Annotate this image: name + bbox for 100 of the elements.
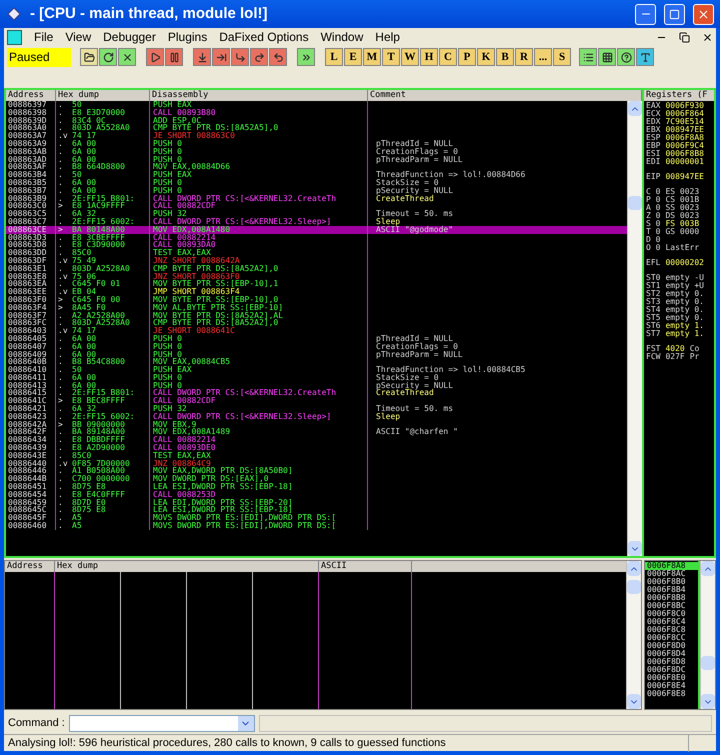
- shortcut-button[interactable]: E: [344, 48, 362, 66]
- code-row[interactable]: 00886409 . 6A 00 PUSH 0 pThreadParm = NULL: [6, 350, 627, 358]
- code-row[interactable]: 008863EA . C645 F0 01 MOV BYTE PTR SS:[EBP-10],1: [6, 280, 627, 288]
- scroll-thumb[interactable]: [628, 196, 642, 210]
- toolbar-button[interactable]: [80, 48, 98, 66]
- stack-address[interactable]: 0006F8C0: [645, 610, 698, 618]
- column-header[interactable]: Address: [5, 561, 55, 572]
- code-row[interactable]: 008863F0 > C645 F0 00 MOV BYTE PTR SS:[EBP-10],0: [6, 296, 627, 304]
- code-row[interactable]: 0088645F . A5 MOVS DWORD PTR ES:[EDI],DWORD PTR DS:[: [6, 514, 627, 522]
- scroll-down-button[interactable]: [628, 541, 642, 556]
- toolbar-button[interactable]: [193, 48, 211, 66]
- toolbar-button[interactable]: [250, 48, 268, 66]
- toolbar-button[interactable]: [636, 48, 654, 66]
- column-header[interactable]: Hex dump: [56, 90, 150, 101]
- code-row[interactable]: 008863FC . 803D A2528A0 CMP BYTE PTR DS:[8A52A2],0: [6, 319, 627, 328]
- scroll-thumb[interactable]: [701, 656, 715, 670]
- close-button[interactable]: [693, 4, 714, 24]
- code-row[interactable]: 008863B4 . 50 PUSH EAX ThreadFunction => lol!.00884D66: [6, 171, 627, 179]
- code-row[interactable]: 008863D3 . E8 3CBEFFFF CALL 00882214: [6, 234, 627, 242]
- code-row[interactable]: 008863C5 . 6A 32 PUSH 32 Timeout = 50. ms: [6, 210, 627, 218]
- code-row[interactable]: 008863E8 .v 75 06 JNZ SHORT 008863F0: [6, 272, 627, 280]
- stack-address[interactable]: 0006F8B8: [645, 594, 698, 602]
- scroll-down-button[interactable]: [701, 694, 715, 709]
- shortcut-button[interactable]: H: [420, 48, 438, 66]
- code-row[interactable]: 00886403 .v 74 17 JE SHORT 0088641C: [6, 327, 627, 335]
- code-row[interactable]: 008863B7 . 6A 00 PUSH 0 pSecurity = NULL: [6, 186, 627, 195]
- code-row[interactable]: 0088641C > E8 BEC8FFFF CALL 00882CDF: [6, 397, 627, 406]
- menu-item[interactable]: Help: [375, 28, 400, 46]
- menu-item[interactable]: Window: [320, 28, 364, 46]
- shortcut-button[interactable]: S: [553, 48, 571, 66]
- shortcut-button[interactable]: K: [477, 48, 495, 66]
- shortcut-button[interactable]: L: [325, 48, 343, 66]
- code-row[interactable]: 0088639D . 83C4 0C ADD ESP,0C: [6, 116, 627, 124]
- stack-address[interactable]: 0006F8CC: [645, 634, 698, 642]
- code-row[interactable]: 008863F7 . A2 A2528A00 MOV BYTE PTR DS:[8A52A2],AL: [6, 312, 627, 320]
- shortcut-button[interactable]: B: [496, 48, 514, 66]
- toolbar-button[interactable]: [269, 48, 287, 66]
- menu-item[interactable]: DaFixed Options: [219, 28, 309, 46]
- code-row[interactable]: 0088642A > BB 09000000 MOV EBX,9: [6, 420, 627, 428]
- code-row[interactable]: 00886415 . 2E:FF15 B801: CALL DWORD PTR CS:[<&KERNEL32.CreateTh CreateThread: [6, 389, 627, 398]
- code-row[interactable]: 0088643E . 85C0 TEST EAX,EAX: [6, 452, 627, 460]
- code-row[interactable]: 00886423 . 2E:FF15 6002: CALL DWORD PTR CS:[<&KERNEL32.Sleep>] Sleep: [6, 412, 627, 421]
- command-field[interactable]: [68, 714, 255, 732]
- stack-address[interactable]: 0006F8D0: [645, 642, 698, 650]
- shortcut-button[interactable]: C: [439, 48, 457, 66]
- code-row[interactable]: 008863CE > BA 80148A00 MOV EDX,008A1480 ASCII "@godmode": [6, 226, 627, 234]
- code-row[interactable]: 008863A9 . 6A 00 PUSH 0 pThreadId = NULL: [6, 140, 627, 148]
- code-row[interactable]: 008863AF . B8 664D8800 MOV EAX,00884D66: [6, 163, 627, 172]
- code-row[interactable]: 008863B9 . 2E:FF15 B801: CALL DWORD PTR CS:[<&KERNEL32.CreateTh CreateThread: [6, 194, 627, 202]
- code-row[interactable]: 008863A7 .v 74 17 JE SHORT 008863C0: [6, 132, 627, 140]
- toolbar-button[interactable]: [231, 48, 249, 66]
- scroll-thumb[interactable]: [627, 580, 641, 594]
- code-row[interactable]: 00886411 . 6A 00 PUSH 0 StackSize = 0: [6, 374, 627, 382]
- code-row[interactable]: 008863F4 > 8A45 F0 MOV AL,BYTE PTR SS:[EBP-10]: [6, 304, 627, 312]
- code-row[interactable]: 00886440 .v 0F85 7D00000 JNZ 008864C9: [6, 460, 627, 468]
- menu-item[interactable]: File: [34, 28, 54, 46]
- menu-item[interactable]: View: [65, 28, 92, 46]
- code-row[interactable]: 00886446 . A1 B0508A00 MOV EAX,DWORD PTR DS:[8A50B0]: [6, 467, 627, 476]
- stack-address[interactable]: 0006F8C4: [645, 618, 698, 626]
- code-row[interactable]: 00886421 . 6A 32 PUSH 32 Timeout = 50. ms: [6, 405, 627, 413]
- menu-item[interactable]: Debugger: [103, 28, 156, 46]
- code-row[interactable]: 008863D8 . E8 C3D90000 CALL 00893DA0: [6, 241, 627, 250]
- minimize-button[interactable]: [635, 4, 656, 24]
- stack-address[interactable]: 0006F8D4: [645, 650, 698, 658]
- column-header[interactable]: Registers (F: [644, 90, 714, 101]
- stack-address[interactable]: 0006F8AC: [645, 570, 698, 578]
- code-row[interactable]: 008863E1 . 803D A2528A0 CMP BYTE PTR DS:[8A52A2],0: [6, 264, 627, 273]
- code-row[interactable]: 0088642F . BA 89148A00 MOV EDX,008A1489 ASCII "@charfen ": [6, 428, 627, 436]
- code-row[interactable]: 008863EE .v EB 04 JMP SHORT 008863F4: [6, 288, 627, 296]
- mdi-close-icon[interactable]: [702, 32, 713, 42]
- stack-address[interactable]: 0006F8A8: [645, 562, 698, 570]
- code-row[interactable]: 00886398 . E8 E3D70000 CALL 00893B80: [6, 108, 627, 117]
- toolbar-button[interactable]: [212, 48, 230, 66]
- toolbar-button[interactable]: [598, 48, 616, 66]
- code-row[interactable]: 008863DD . 85C0 TEST EAX,EAX: [6, 249, 627, 257]
- code-row[interactable]: 00886460 . A5 MOVS DWORD PTR ES:[EDI],DWORD PTR DS:[: [6, 522, 627, 530]
- code-row[interactable]: 00886410 . 50 PUSH EAX ThreadFunction => lol!.00884CB5: [6, 366, 627, 374]
- code-row[interactable]: 0088644B . C700 0000000 MOV DWORD PTR DS:[EAX],0: [6, 475, 627, 484]
- code-row[interactable]: 00886454 . E8 E4C0FFFF CALL 0088253D: [6, 490, 627, 499]
- stack-address[interactable]: 0006F8C8: [645, 626, 698, 634]
- stack-address[interactable]: 0006F8DC: [645, 666, 698, 674]
- code-row[interactable]: 00886439 . E8 A2D90000 CALL 00893DE0: [6, 444, 627, 452]
- stack-address[interactable]: 0006F8B4: [645, 586, 698, 594]
- maximize-button[interactable]: [664, 4, 685, 24]
- code-row[interactable]: 00886405 . 6A 00 PUSH 0 pThreadId = NULL: [6, 334, 627, 343]
- stack-address[interactable]: 0006F8E0: [645, 674, 698, 682]
- toolbar-button[interactable]: [118, 48, 136, 66]
- column-header[interactable]: Address: [6, 90, 56, 101]
- code-row[interactable]: 00886397 . 50 PUSH EAX: [6, 101, 627, 109]
- stack-address[interactable]: 0006F8E4: [645, 682, 698, 690]
- code-row[interactable]: 0088645C . 8D75 E8 LEA ESI,DWORD PTR SS:[EBP-18]: [6, 506, 627, 514]
- toolbar-button[interactable]: [146, 48, 164, 66]
- column-header[interactable]: Disassembly: [150, 90, 368, 101]
- code-row[interactable]: 008863AD . 6A 00 PUSH 0 pThreadParm = NULL: [6, 156, 627, 164]
- shortcut-button[interactable]: T: [382, 48, 400, 66]
- code-row[interactable]: 00886407 . 6A 00 PUSH 0 CreationFlags = 0: [6, 342, 627, 350]
- code-row[interactable]: 00886451 . 8D75 E8 LEA ESI,DWORD PTR SS:[EBP-18]: [6, 483, 627, 491]
- code-row[interactable]: 008863C0 > E8 1AC9FFFF CALL 00882CDF: [6, 202, 627, 210]
- toolbar-button[interactable]: [99, 48, 117, 66]
- toolbar-button[interactable]: [165, 48, 183, 66]
